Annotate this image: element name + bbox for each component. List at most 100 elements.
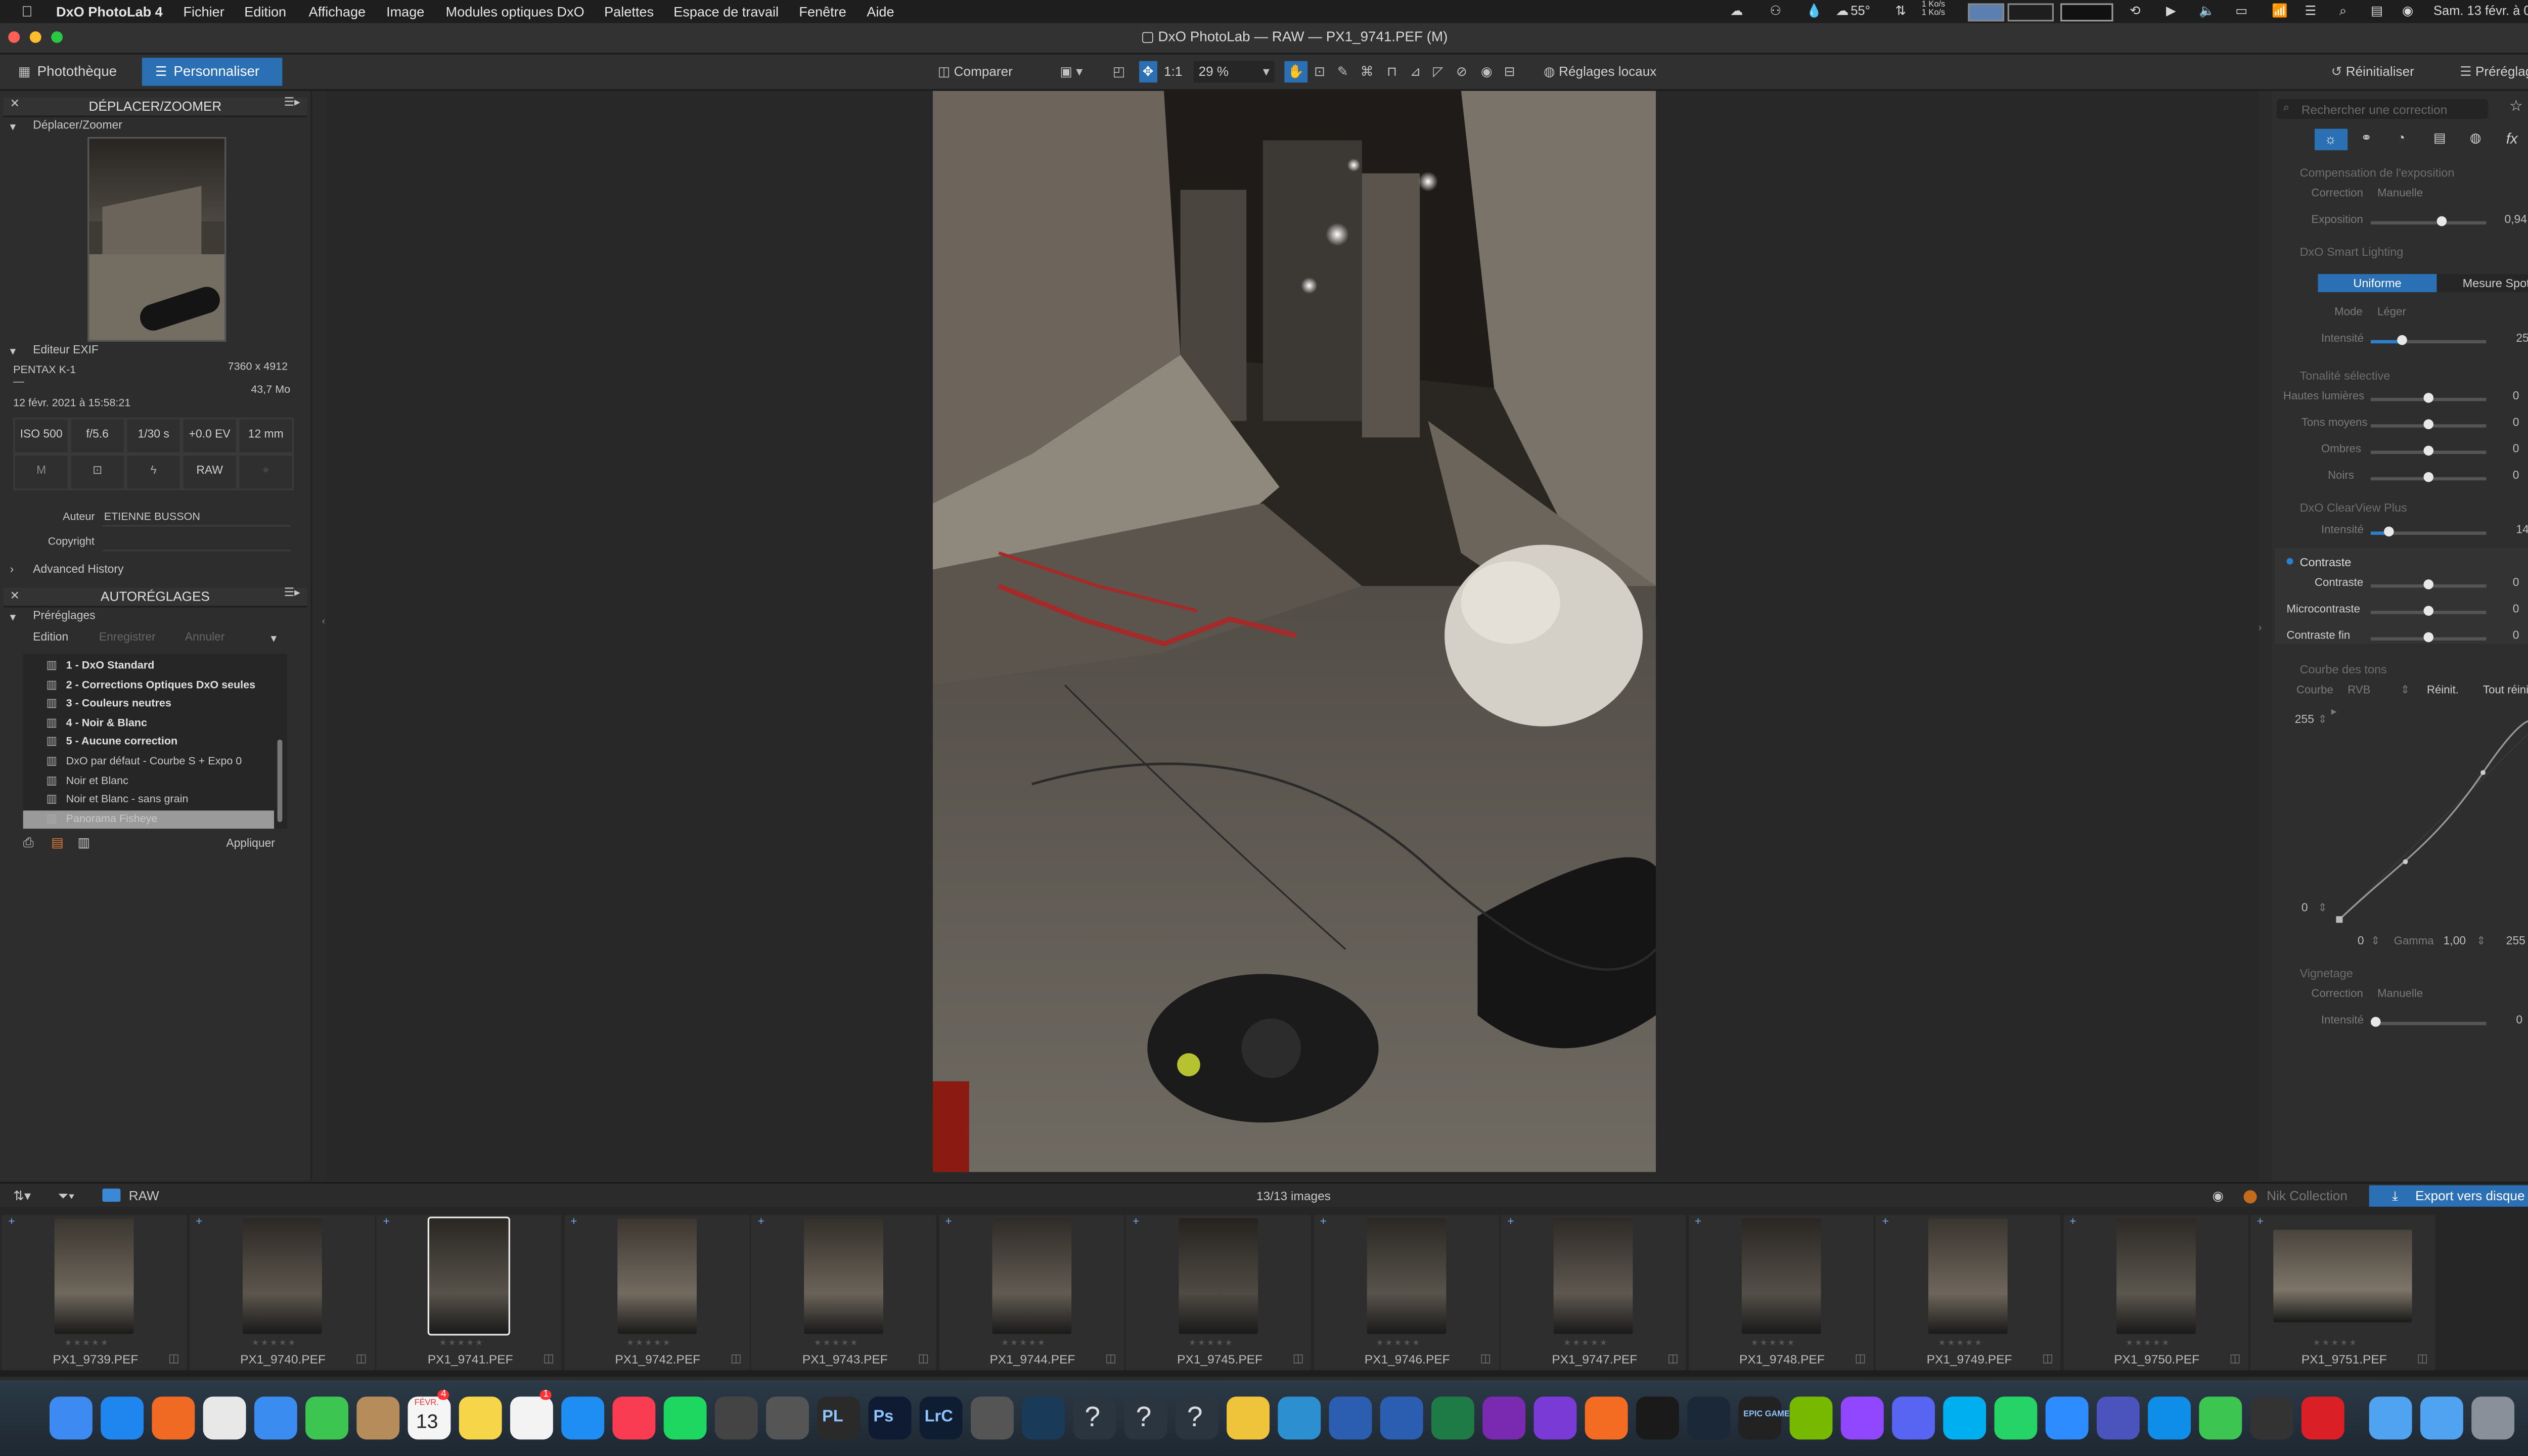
preset-item[interactable]: ▥ 3 - Couleurs neutres [23,695,274,713]
tab-personnaliser[interactable]: ☰ Personnaliser [142,58,283,86]
menu-fenetre[interactable]: Fenêtre [799,4,846,20]
curve-min-stepper-icon[interactable]: ⇕ [2318,901,2327,915]
lightroom-icon[interactable]: LrC [919,1396,963,1440]
collapse-arrow-icon[interactable]: ▾ [10,120,16,134]
tonality-knob-2[interactable] [2423,445,2434,456]
compare-button[interactable]: ◫ Comparer [938,61,1013,82]
red-eye-tool[interactable]: ⌘ [1361,61,1374,82]
tonality-knob-1[interactable] [2423,419,2434,429]
horizon-tool[interactable]: ◸ [1433,61,1443,82]
add-to-project-icon[interactable]: + [1320,1217,1327,1228]
crop-fit-button[interactable]: ◰ [1113,61,1125,82]
new-preset-icon[interactable]: ▤ [51,835,64,850]
advanced-history-label[interactable]: Advanced History [33,565,123,576]
rating-stars-icon[interactable]: ★★★★★ [626,1339,672,1349]
cpu-meter-icon[interactable] [1968,3,2005,22]
menu-modules-optiques[interactable]: Modules optiques DxO [446,4,584,20]
contrast-value-1[interactable]: 0 [2513,604,2519,616]
move-zoom-label[interactable]: Déplacer/Zoomer [33,120,122,132]
thumbnail-image[interactable] [54,1218,134,1334]
time-machine-icon[interactable]: ⟲ [2130,4,2140,18]
correction-search-input[interactable]: ⌕ Rechercher une correction [2276,99,2488,119]
thumbnail-image[interactable] [991,1218,1071,1334]
spotify-icon[interactable] [663,1396,707,1440]
preset-edition-button[interactable]: Edition [33,632,68,644]
curve-reset-all-button[interactable]: Tout réinit. [2483,685,2528,697]
tonality-title[interactable]: Tonalité sélective [2300,368,2390,383]
preview-toggle[interactable]: ◉ [1481,61,1493,82]
rating-stars-icon[interactable]: ★★★★★ [1938,1339,1983,1349]
contrast-title[interactable]: Contraste [2300,555,2352,569]
contrast-knob-0[interactable] [2423,579,2434,589]
nik-collection-button[interactable]: Nik Collection [2267,1189,2348,1203]
autoreglages-header[interactable]: AUTORÉGLAGES [3,587,307,608]
add-to-project-icon[interactable]: + [1133,1217,1139,1228]
current-folder[interactable]: RAW [129,1189,159,1203]
app-store-icon[interactable] [561,1396,605,1440]
tone-curve-title[interactable]: Courbe des tons [2300,662,2387,676]
preset-item[interactable]: ▥ 4 - Noir & Blanc [23,714,274,733]
tonality-knob-3[interactable] [2423,472,2434,482]
wifi-icon[interactable]: 📶 [2272,4,2288,18]
finder-icon[interactable] [49,1396,93,1440]
affinity-icon[interactable] [1022,1396,1065,1440]
spotlight-icon[interactable]: ⌕ [2339,4,2346,20]
add-to-project-icon[interactable]: + [8,1217,15,1228]
tab-geometry-icon[interactable]: ▤ [2433,130,2446,145]
add-to-project-icon[interactable]: + [570,1217,577,1228]
import-preset-icon[interactable]: ⎙ [23,835,34,852]
menu-affichage[interactable]: Affichage [309,4,366,20]
preset-item[interactable]: ▥ 5 - Aucune correction [23,734,274,752]
curve-top-marker-icon[interactable]: ▸ [2331,705,2337,718]
zoom-select[interactable]: 29 % ▾ [1193,61,1275,83]
preset-item[interactable]: ▥ Panorama Fisheye [23,810,275,829]
mail-icon[interactable] [254,1396,297,1440]
vignetting-correction-select[interactable]: Manuelle [2377,989,2423,1000]
thumbnail-image[interactable] [427,1216,510,1336]
tab-effects-icon[interactable]: fx [2506,130,2518,147]
move-zoom-header[interactable]: DÉPLACER/ZOOMER [3,97,307,117]
rating-stars-icon[interactable]: ★★★★★ [2126,1339,2171,1349]
thumbnail-cell[interactable]: + ★★★★★ PX1_9751.PEF ◫ [2250,1215,2435,1372]
siri-icon[interactable]: ◉ [2402,4,2413,18]
apple-icon[interactable]:  [21,4,32,20]
vignetting-title[interactable]: Vignetage [2300,966,2353,980]
curve-output-min[interactable]: 0 [2301,903,2308,915]
smart-lighting-title[interactable]: DxO Smart Lighting [2300,244,2404,259]
crop-tool[interactable]: ⊿ [1410,61,1421,82]
mode-select[interactable]: Léger [2377,307,2406,318]
thumbnail-cell[interactable]: + ★★★★★ PX1_9743.PEF ◫ [751,1215,936,1372]
thumbnail-image[interactable] [1741,1218,1820,1334]
collapse-left-panel-icon[interactable]: ‹ [322,617,326,627]
thumbnail-cell[interactable]: + ★★★★★ PX1_9750.PEF ◫ [2062,1215,2248,1372]
thumbnail-image[interactable] [1179,1218,1258,1334]
chrome-icon[interactable] [203,1396,246,1440]
thumbnail-cell[interactable]: + ★★★★★ PX1_9744.PEF ◫ [938,1215,1124,1372]
curve-max-stepper-icon[interactable]: ⇕ [2318,713,2327,726]
clearview-title[interactable]: DxO ClearView Plus [2300,500,2407,515]
preset-scrollbar[interactable] [277,739,283,823]
contrast-active-dot[interactable] [2286,558,2293,565]
rating-stars-icon[interactable]: ★★★★★ [2313,1339,2359,1349]
firefox-icon[interactable] [152,1396,195,1440]
word-icon[interactable] [1380,1396,1423,1440]
thumbnail-cell[interactable]: + ★★★★★ PX1_9740.PEF ◫ [189,1215,374,1372]
downloads-folder-icon[interactable] [2369,1396,2412,1440]
tab-detail-icon[interactable]: ◔ [2397,130,2405,145]
thumbnail-image[interactable] [804,1218,883,1334]
vignetting-slider-knob[interactable] [2370,1017,2381,1027]
tab-local-icon[interactable]: ◍ [2470,130,2481,145]
apply-preset-button[interactable]: Appliquer [226,839,275,850]
onenote-icon[interactable] [1482,1396,1526,1440]
trash-icon[interactable] [2471,1396,2515,1440]
menu-datetime[interactable]: Sam. 13 févr. à 09:48 [2433,4,2528,18]
smart-intensity-knob[interactable] [2397,335,2407,345]
skype-icon[interactable] [1943,1396,1987,1440]
clearview-value[interactable]: 14 [2516,525,2528,536]
exposure-slider[interactable] [2370,221,2487,225]
teams-icon[interactable] [2096,1396,2140,1440]
add-to-project-icon[interactable]: + [2069,1217,2076,1228]
word-icon[interactable] [1329,1396,1372,1440]
hand-tool-button[interactable]: ✋ [1284,61,1308,83]
menu-fichier[interactable]: Fichier [183,4,224,20]
